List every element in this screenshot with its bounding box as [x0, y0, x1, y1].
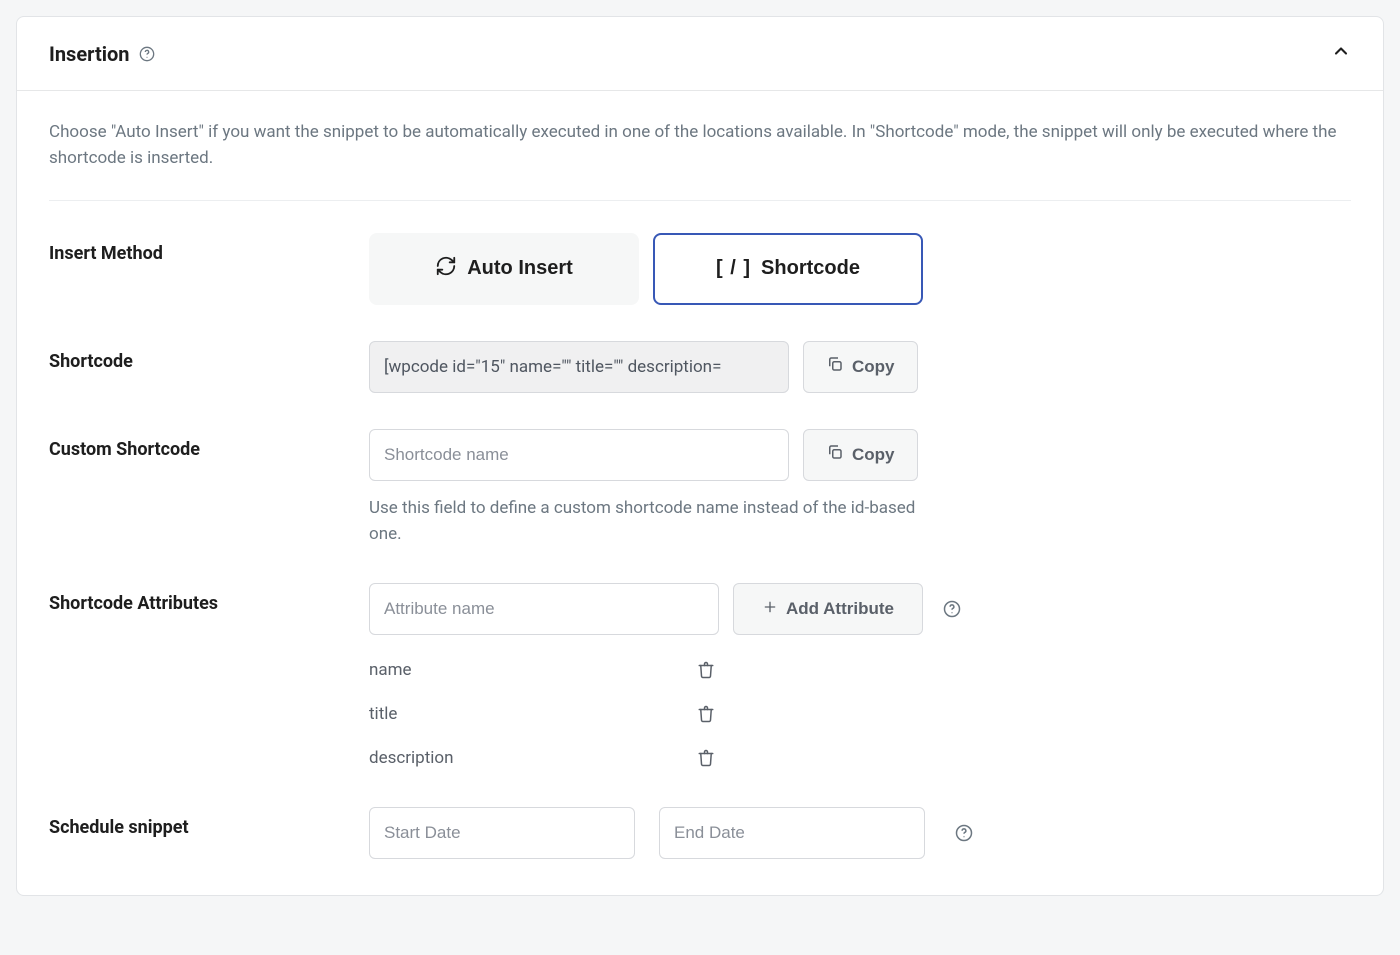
copy-custom-shortcode-label: Copy — [852, 445, 895, 465]
copy-custom-shortcode-button[interactable]: Copy — [803, 429, 918, 481]
shortcode-button[interactable]: [ / ] Shortcode — [653, 233, 923, 305]
attribute-item-label: description — [369, 748, 454, 768]
end-date-input[interactable] — [659, 807, 925, 859]
shortcode-readonly[interactable]: [wpcode id="15" name="" title="" descrip… — [369, 341, 789, 393]
row-custom-shortcode: Custom Shortcode Copy Use this f — [49, 429, 1351, 548]
attribute-item: name — [369, 657, 719, 683]
add-attribute-button[interactable]: Add Attribute — [733, 583, 923, 635]
start-date-input[interactable] — [369, 807, 635, 859]
row-insert-method: Insert Method Auto Insert — [49, 233, 1351, 305]
help-icon[interactable] — [955, 824, 973, 842]
attribute-item: description — [369, 745, 719, 771]
row-shortcode: Shortcode [wpcode id="15" name="" title=… — [49, 341, 1351, 393]
delete-attribute-button[interactable] — [693, 657, 719, 683]
auto-insert-label: Auto Insert — [467, 257, 573, 280]
intro-text: Choose "Auto Insert" if you want the sni… — [49, 119, 1351, 172]
row-shortcode-attributes: Shortcode Attributes Add Attribute — [49, 583, 1351, 771]
panel-title: Insertion — [49, 42, 130, 66]
custom-shortcode-field-label: Custom Shortcode — [49, 429, 369, 460]
insertion-panel: Insertion Choose "Auto Insert" if you wa… — [16, 16, 1384, 896]
attribute-item-label: name — [369, 660, 412, 680]
copy-shortcode-button[interactable]: Copy — [803, 341, 918, 393]
insert-method-group: Auto Insert [ / ] Shortcode — [369, 233, 1351, 305]
panel-title-wrap: Insertion — [49, 42, 156, 66]
copy-icon — [826, 443, 844, 466]
attribute-list: name title — [369, 657, 1351, 771]
help-icon[interactable] — [943, 600, 961, 618]
delete-attribute-button[interactable] — [693, 701, 719, 727]
add-attribute-label: Add Attribute — [786, 599, 894, 619]
panel-body: Choose "Auto Insert" if you want the sni… — [17, 91, 1383, 895]
schedule-field-label: Schedule snippet — [49, 807, 369, 838]
help-icon[interactable] — [138, 45, 156, 63]
copy-shortcode-label: Copy — [852, 357, 895, 377]
attribute-item: title — [369, 701, 719, 727]
auto-insert-button[interactable]: Auto Insert — [369, 233, 639, 305]
attribute-name-input[interactable] — [369, 583, 719, 635]
shortcode-icon: [ / ] — [716, 257, 751, 280]
refresh-icon — [435, 255, 457, 283]
plus-icon — [762, 599, 778, 620]
shortcode-attributes-field-label: Shortcode Attributes — [49, 583, 369, 614]
copy-icon — [826, 355, 844, 378]
insert-method-label: Insert Method — [49, 233, 369, 264]
chevron-up-icon — [1331, 41, 1351, 66]
custom-shortcode-input[interactable] — [369, 429, 789, 481]
attribute-item-label: title — [369, 704, 397, 724]
delete-attribute-button[interactable] — [693, 745, 719, 771]
divider — [49, 200, 1351, 201]
shortcode-field-label: Shortcode — [49, 341, 369, 372]
custom-shortcode-help: Use this field to define a custom shortc… — [369, 495, 929, 548]
shortcode-label: Shortcode — [761, 257, 860, 280]
panel-header-toggle[interactable]: Insertion — [17, 17, 1383, 91]
row-schedule: Schedule snippet — [49, 807, 1351, 859]
